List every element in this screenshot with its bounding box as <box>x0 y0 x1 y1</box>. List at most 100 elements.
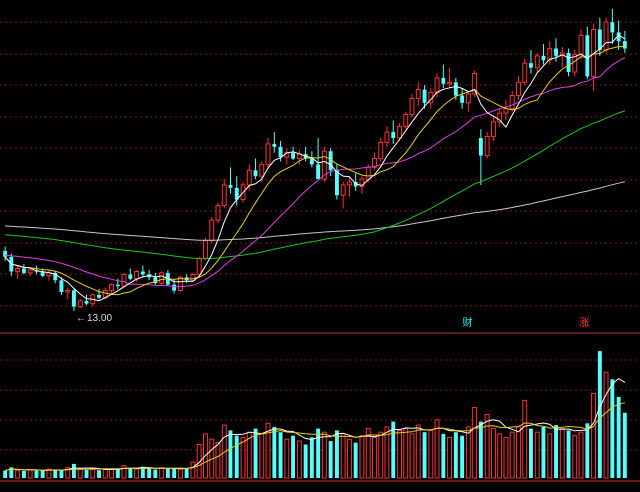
candle-body <box>415 89 421 99</box>
candle-body <box>403 114 409 127</box>
volume-bar <box>321 431 327 479</box>
candle-body <box>316 164 321 180</box>
rise-event-badge[interactable]: 涨 <box>578 318 591 330</box>
candle-body <box>190 273 196 281</box>
finance-event-badge[interactable]: 财 <box>461 318 474 330</box>
candle-body <box>610 22 615 33</box>
volume-bar <box>491 428 496 479</box>
candle-body <box>335 170 339 196</box>
candle-body <box>140 271 145 275</box>
candle-body <box>585 35 590 77</box>
volume-bar <box>460 435 465 478</box>
stock-chart: ←13.00 财 涨 <box>0 0 640 492</box>
candle-body <box>597 29 602 50</box>
candle-body <box>209 219 215 242</box>
candle-body <box>278 146 283 158</box>
candle-body <box>447 81 453 85</box>
volume-bar <box>97 470 101 478</box>
candle-body <box>460 95 465 103</box>
volume-bar <box>40 470 45 478</box>
volume-bar <box>409 433 415 479</box>
candle-body <box>541 55 546 61</box>
volume-bar <box>478 421 483 478</box>
ma-10-yellow-line <box>4 45 625 296</box>
volume-bar <box>3 470 8 478</box>
candle-body <box>265 143 271 165</box>
volume-bar <box>84 469 89 478</box>
candle-body <box>340 184 346 196</box>
volume-bar <box>372 436 377 479</box>
ma-60-green-line <box>5 110 626 260</box>
volume-bar <box>397 429 403 479</box>
candle-body <box>566 52 571 72</box>
chart-canvas <box>0 8 640 482</box>
volume-bar <box>53 469 58 478</box>
volume-bar <box>422 432 427 478</box>
candle-body <box>159 272 165 284</box>
left-arrow-icon: ← <box>76 313 86 324</box>
volume-bar <box>616 396 621 478</box>
volume-bar <box>27 469 33 479</box>
candle-body <box>72 290 76 307</box>
candle-body <box>491 121 496 138</box>
volume-bar <box>215 442 221 479</box>
candle-body <box>215 205 221 221</box>
candle-body <box>272 143 277 147</box>
candle-body <box>128 274 133 279</box>
volume-bar <box>90 469 96 479</box>
candle-body <box>228 184 233 188</box>
candle-body <box>622 41 627 49</box>
volume-bar <box>522 399 528 479</box>
volume-bar <box>547 433 553 479</box>
volume-bar <box>134 468 140 479</box>
volume-bar <box>72 463 76 478</box>
volume-bar <box>578 431 584 479</box>
candle-body <box>529 63 533 68</box>
volume-bar <box>585 423 590 478</box>
candle-body <box>65 290 71 293</box>
volume-bar <box>484 414 490 479</box>
volume-bar <box>184 468 189 478</box>
candle-body <box>97 294 101 298</box>
volume-bar <box>359 435 365 479</box>
volume-bar <box>22 470 26 478</box>
volume-bar <box>178 468 183 479</box>
candle-body <box>365 166 371 180</box>
volume-bar <box>296 440 302 479</box>
volume-bar <box>541 426 546 478</box>
volume-bar <box>453 432 458 478</box>
candle-body <box>391 132 396 138</box>
candle-body <box>384 131 390 143</box>
volume-bar <box>610 379 615 478</box>
volume-bar <box>447 436 453 479</box>
volume-bar <box>554 425 558 478</box>
candle-body <box>196 257 202 275</box>
volume-bar <box>59 470 64 478</box>
candle-body <box>522 62 528 83</box>
candle-body <box>503 108 509 114</box>
candle-body <box>246 169 252 186</box>
volume-bar <box>228 430 233 478</box>
volume-bar <box>121 465 127 479</box>
volume-bar <box>465 426 471 479</box>
volume-bar <box>34 470 39 478</box>
volume-bar <box>559 428 565 479</box>
volume-bar <box>529 428 533 478</box>
low-price-marker: ←13.00 <box>76 313 112 325</box>
volume-bar <box>153 469 158 478</box>
volume-bar <box>278 432 283 478</box>
volume-bar <box>335 430 339 478</box>
candle-body <box>509 95 515 110</box>
candle-body <box>109 284 114 292</box>
volume-bar <box>147 468 152 478</box>
candle-body <box>434 77 440 94</box>
candle-body <box>453 82 458 96</box>
candle-body <box>77 300 83 308</box>
volume-bar <box>165 468 170 478</box>
volume-bar <box>566 430 571 478</box>
volume-bar <box>291 435 295 478</box>
volume-bar <box>316 428 321 478</box>
candle-body <box>291 152 295 159</box>
volume-bar <box>603 371 609 479</box>
candle-body <box>134 271 140 280</box>
